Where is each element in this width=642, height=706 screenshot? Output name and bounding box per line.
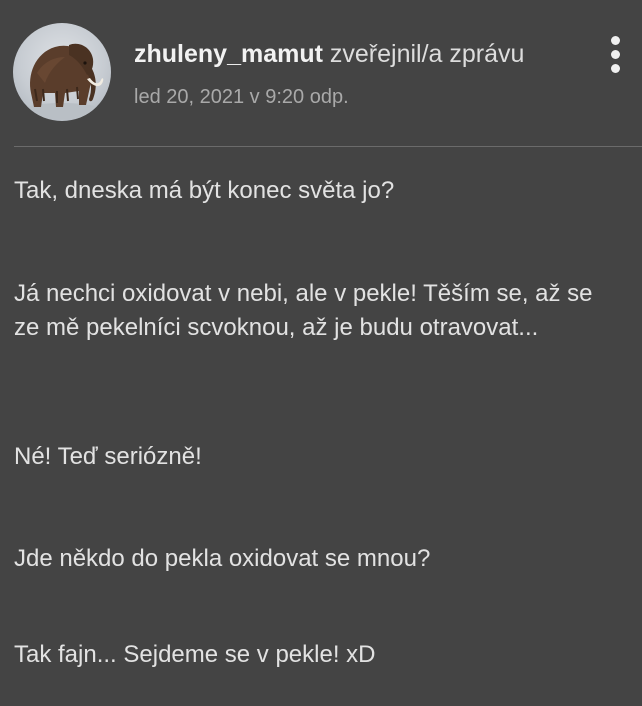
more-vertical-icon xyxy=(611,36,620,45)
more-vertical-icon xyxy=(611,64,620,73)
author-name[interactable]: zhuleny_mamut xyxy=(134,40,323,68)
more-vertical-icon xyxy=(611,50,620,59)
message-paragraph: Né! Teď seriózně! xyxy=(14,443,202,470)
post-header: zhuleny_mamut zveřejnil/a zprávu led 20,… xyxy=(0,0,642,146)
mammoth-icon xyxy=(20,43,104,119)
post-page: zhuleny_mamut zveřejnil/a zprávu led 20,… xyxy=(0,0,642,706)
message-paragraph: Tak fajn... Sejdeme se v pekle! xD xyxy=(14,641,376,668)
message-paragraph: Já nechci oxidovat v nebi, ale v pekle! … xyxy=(14,280,593,341)
message-paragraph: Tak, dneska má být konec světa jo? xyxy=(14,177,395,204)
author-avatar[interactable] xyxy=(13,23,111,121)
author-line: zhuleny_mamut zveřejnil/a zprávu xyxy=(134,38,524,70)
post-timestamp: led 20, 2021 v 9:20 odp. xyxy=(134,86,349,108)
post-action-label: zveřejnil/a zprávu xyxy=(329,40,525,68)
more-options-button[interactable] xyxy=(601,34,631,76)
header-divider xyxy=(14,146,642,147)
message-paragraph: Jde někdo do pekla oxidovat se mnou? xyxy=(14,545,431,572)
